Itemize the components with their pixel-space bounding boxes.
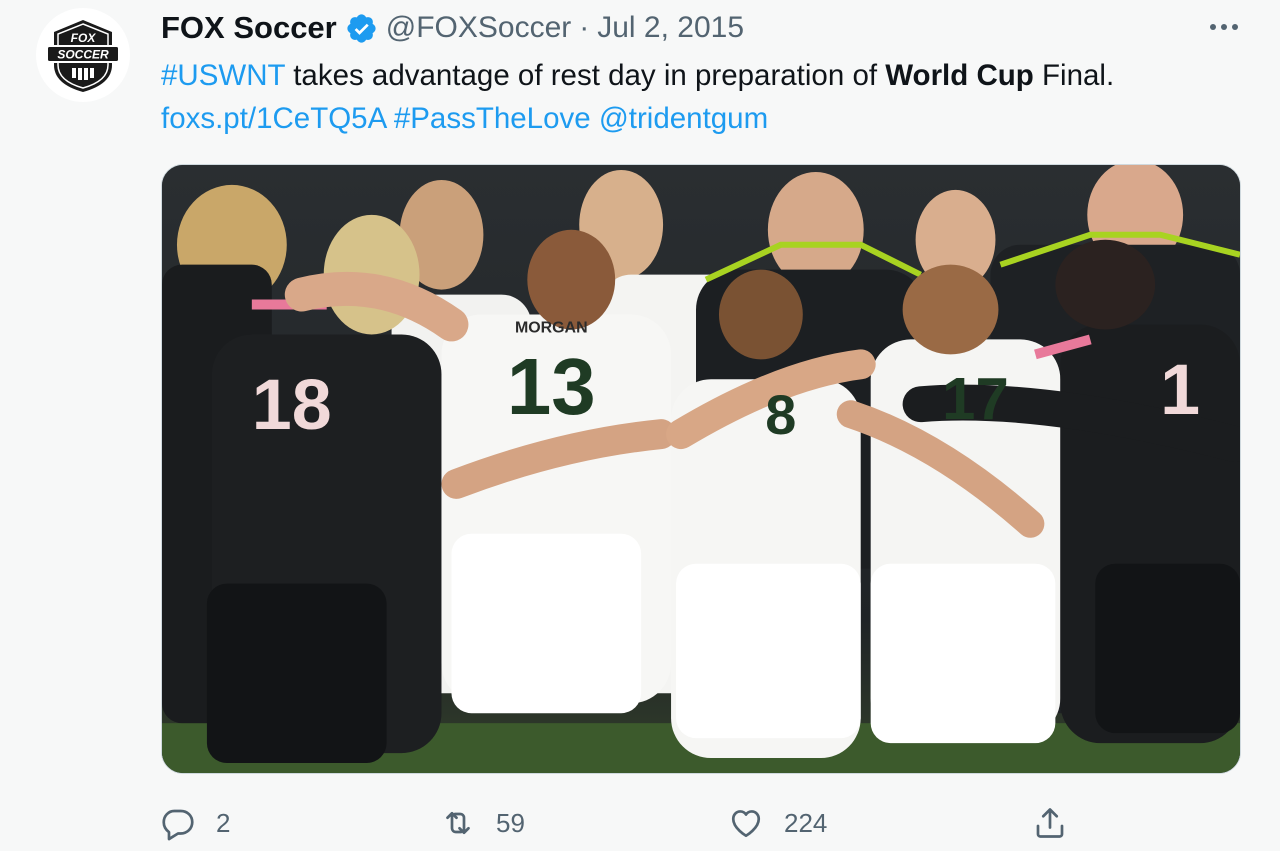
jersey-number-1: 1 bbox=[1160, 350, 1200, 430]
tweet-photo[interactable]: MORGAN 13 18 1 8 17 bbox=[161, 164, 1241, 774]
tweet-date[interactable]: Jul 2, 2015 bbox=[597, 11, 744, 45]
like-count: 224 bbox=[784, 807, 828, 838]
team-huddle-photo: MORGAN 13 18 1 8 17 bbox=[162, 165, 1240, 773]
tweet-text-part-1: takes advantage of rest day in preparati… bbox=[285, 59, 886, 92]
tweet-text-line-2: foxs.pt/1CeTQ5A #PassTheLove @tridentgum bbox=[161, 97, 1261, 140]
retweet-button[interactable]: 59 bbox=[440, 800, 525, 846]
reply-button[interactable]: 2 bbox=[160, 800, 230, 846]
share-icon bbox=[1036, 808, 1064, 838]
share-button[interactable] bbox=[1032, 800, 1068, 846]
tweet-actions: 2 59 224 bbox=[160, 800, 1260, 846]
reply-count: 2 bbox=[216, 807, 231, 838]
jersey-number-17: 17 bbox=[942, 365, 1009, 432]
tweet[interactable]: FOX SOCCER FOX Soccer @FOXSoccer · Jul 2… bbox=[0, 0, 1280, 851]
more-icon[interactable] bbox=[1200, 14, 1248, 40]
jersey-number-13: 13 bbox=[507, 342, 596, 431]
tweet-text-line-1: #USWNT takes advantage of rest day in pr… bbox=[161, 54, 1261, 97]
author-display-name[interactable]: FOX Soccer bbox=[161, 10, 337, 46]
hashtag-passthelove[interactable]: #PassTheLove bbox=[394, 102, 591, 135]
fox-soccer-logo: FOX SOCCER bbox=[46, 20, 120, 92]
tweet-text: #USWNT takes advantage of rest day in pr… bbox=[161, 54, 1261, 140]
mention-tridentgum[interactable]: @tridentgum bbox=[599, 102, 768, 135]
avatar-text-top: FOX bbox=[71, 31, 97, 45]
reply-icon bbox=[162, 809, 194, 841]
avatar-text-bottom: SOCCER bbox=[57, 48, 109, 62]
author-handle[interactable]: @FOXSoccer bbox=[386, 11, 572, 45]
like-button[interactable]: 224 bbox=[728, 800, 827, 846]
jersey-number-18: 18 bbox=[252, 365, 332, 445]
jersey-number-8: 8 bbox=[765, 383, 796, 446]
tweet-text-world-cup: World Cup bbox=[885, 59, 1034, 92]
tweet-header: FOX Soccer @FOXSoccer · Jul 2, 2015 bbox=[161, 6, 744, 50]
verified-badge-icon bbox=[347, 13, 376, 43]
tweet-link[interactable]: foxs.pt/1CeTQ5A bbox=[161, 102, 386, 135]
retweet-count: 59 bbox=[496, 807, 525, 838]
like-icon bbox=[731, 810, 761, 838]
tweet-text-part-2: Final. bbox=[1033, 59, 1115, 92]
avatar[interactable]: FOX SOCCER bbox=[36, 8, 130, 102]
separator-dot: · bbox=[579, 11, 590, 44]
hashtag-uswnt[interactable]: #USWNT bbox=[161, 59, 285, 92]
retweet-icon bbox=[446, 811, 470, 835]
jersey-name-morgan: MORGAN bbox=[515, 319, 588, 336]
